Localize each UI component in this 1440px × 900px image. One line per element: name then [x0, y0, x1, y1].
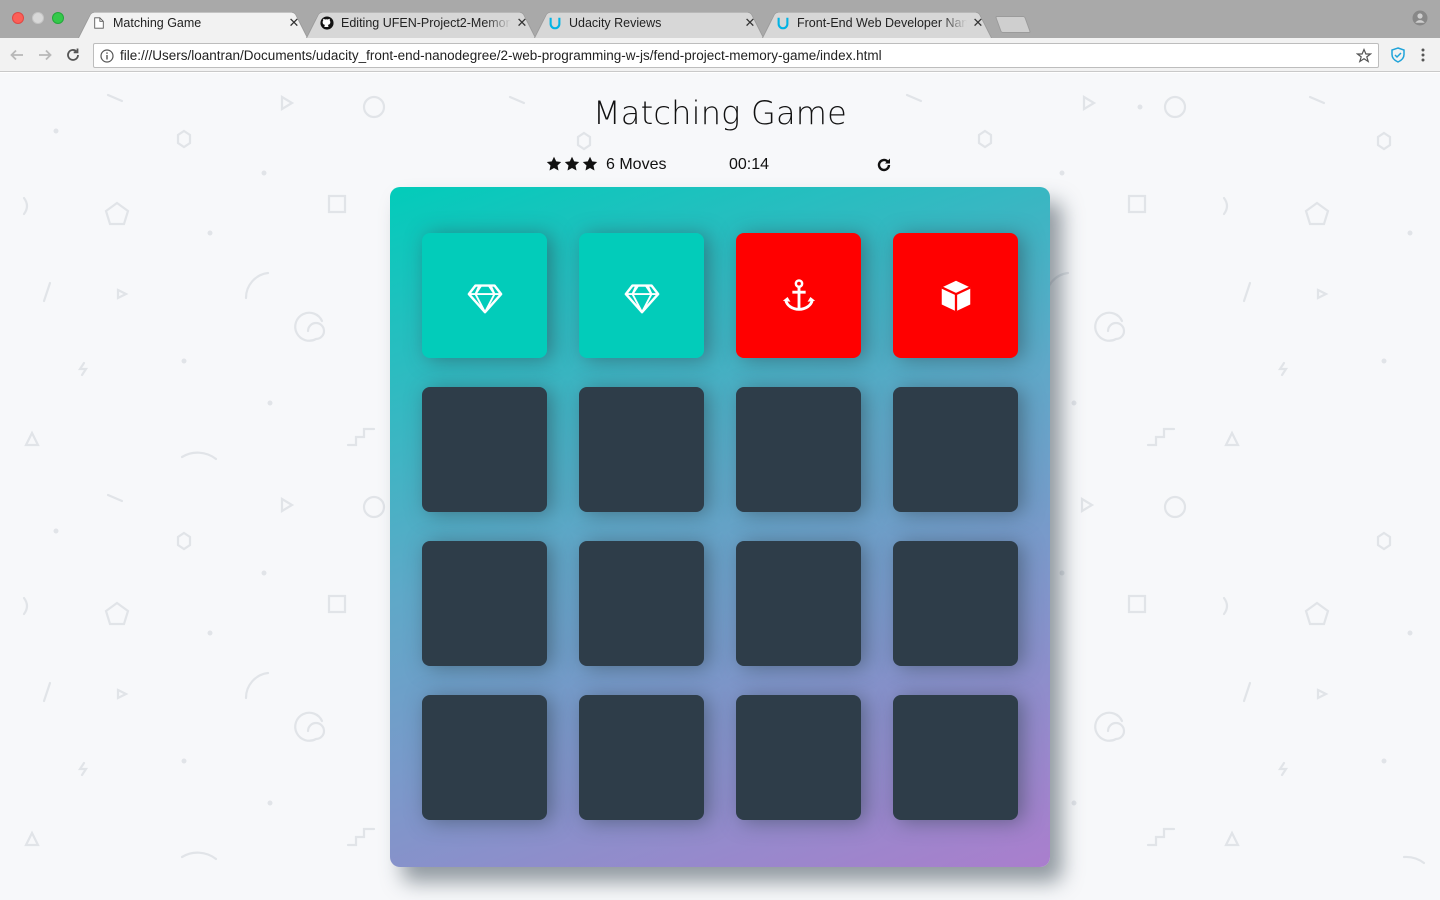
star-icon: [564, 156, 580, 171]
diamond-icon: [624, 283, 659, 313]
menu-dots-icon[interactable]: [1415, 47, 1431, 63]
card[interactable]: [422, 387, 547, 512]
tab-close-icon[interactable]: ✕: [971, 16, 985, 30]
tab-title: Udacity Reviews: [569, 16, 662, 30]
browser-toolbar: file:///Users/loantran/Documents/udacity…: [0, 38, 1440, 72]
anchor-icon: [782, 278, 815, 311]
url-text[interactable]: file:///Users/loantran/Documents/udacity…: [120, 48, 1356, 63]
card[interactable]: [736, 541, 861, 666]
window-minimize-button[interactable]: [32, 12, 44, 24]
window-maximize-button[interactable]: [52, 12, 64, 24]
window-close-button[interactable]: [12, 12, 24, 24]
card[interactable]: [736, 695, 861, 820]
card[interactable]: [422, 233, 547, 358]
bookmark-star-icon[interactable]: [1356, 47, 1372, 64]
browser-tab-matching-game[interactable]: Matching Game ✕: [78, 8, 308, 38]
card[interactable]: [893, 695, 1018, 820]
card-deck: [390, 187, 1050, 867]
card[interactable]: [736, 387, 861, 512]
arrow-left-icon: [10, 49, 23, 61]
github-icon: [320, 16, 334, 30]
tab-title: Front-End Web Developer Nanodegree: [797, 16, 967, 30]
browser-tab-udacity-reviews[interactable]: Udacity Reviews ✕: [534, 8, 764, 38]
profile-icon[interactable]: [1412, 10, 1428, 26]
reload-button[interactable]: [64, 46, 82, 64]
back-button[interactable]: [8, 46, 26, 64]
game-page: Matching Game 6 Moves 00:14: [0, 73, 1440, 900]
udacity-icon: [548, 16, 562, 30]
cube-icon: [940, 280, 971, 311]
tab-close-icon[interactable]: ✕: [287, 16, 301, 30]
udacity-icon: [776, 16, 790, 30]
star-icon: [582, 156, 598, 171]
card[interactable]: [422, 695, 547, 820]
diamond-icon: [467, 283, 502, 313]
moves-counter: 6 Moves: [606, 156, 667, 173]
forward-button[interactable]: [36, 46, 54, 64]
browser-tab-strip: Matching Game ✕ Editing UFEN-Project2-Me…: [0, 0, 1440, 38]
card[interactable]: [893, 233, 1018, 358]
reload-icon: [67, 48, 79, 61]
score-panel: 6 Moves 00:14: [546, 156, 896, 176]
card[interactable]: [579, 541, 704, 666]
page-title: Matching Game: [592, 94, 848, 132]
browser-tab-github[interactable]: Editing UFEN-Project2-Memory ✕: [306, 8, 536, 38]
card[interactable]: [579, 233, 704, 358]
address-bar[interactable]: file:///Users/loantran/Documents/udacity…: [93, 43, 1379, 68]
tab-close-icon[interactable]: ✕: [515, 16, 529, 30]
extension-shield-icon[interactable]: [1390, 47, 1406, 63]
card[interactable]: [579, 695, 704, 820]
card[interactable]: [893, 541, 1018, 666]
arrow-right-icon: [39, 49, 52, 61]
game-timer: 00:14: [729, 156, 770, 173]
card[interactable]: [422, 541, 547, 666]
info-icon[interactable]: [100, 48, 114, 63]
star-icon: [546, 156, 562, 171]
star-rating: [546, 156, 598, 172]
browser-tab-fend-nanodegree[interactable]: Front-End Web Developer Nanodegree ✕: [762, 8, 992, 38]
page-icon: [92, 16, 106, 30]
tab-title: Editing UFEN-Project2-Memory: [341, 16, 511, 30]
tab-close-icon[interactable]: ✕: [743, 16, 757, 30]
repeat-icon[interactable]: [876, 157, 892, 173]
tab-title: Matching Game: [113, 16, 202, 30]
new-tab-button[interactable]: [994, 16, 1032, 33]
card[interactable]: [893, 387, 1018, 512]
card[interactable]: [579, 387, 704, 512]
card[interactable]: [736, 233, 861, 358]
